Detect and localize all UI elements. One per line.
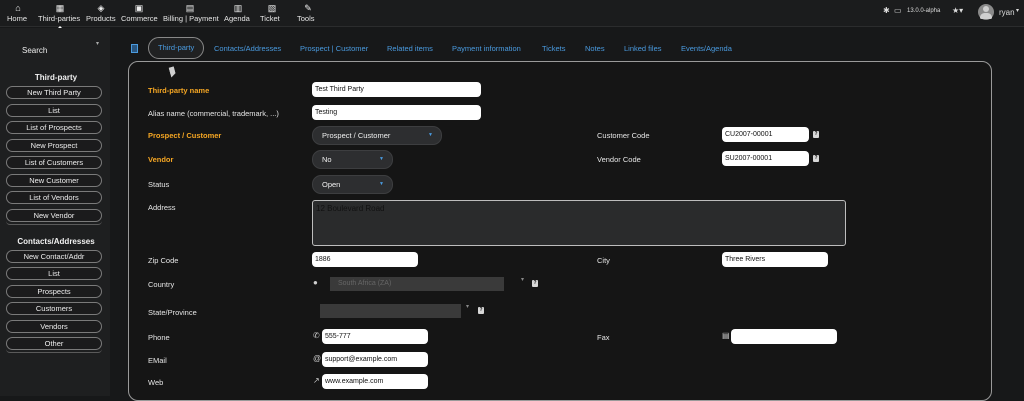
status-select[interactable]: Open ▼ <box>312 175 393 194</box>
ticket-icon: ▧ <box>267 3 277 13</box>
vendor-code-label: Vendor Code <box>597 155 641 164</box>
at-icon: @ <box>313 354 322 363</box>
sidebar-item-contact-vendors[interactable]: Vendors <box>6 320 102 333</box>
sidebar-group-third-party[interactable]: Third-party <box>6 73 106 82</box>
help-icon[interactable]: ? <box>813 155 819 162</box>
web-label: Web <box>148 378 164 387</box>
user-name[interactable]: ryan <box>999 8 1015 17</box>
email-label: EMail <box>148 356 167 365</box>
state-label: State/Province <box>148 308 197 317</box>
tab-events-agenda[interactable]: Events/Agenda <box>681 44 732 53</box>
zip-label: Zip Code <box>148 256 179 265</box>
sidebar-item-new-prospect[interactable]: New Prospect <box>6 139 102 152</box>
bookmark-star-icon[interactable]: ★▾ <box>952 6 963 15</box>
sidebar-item-new-contact[interactable]: New Contact/Addr <box>6 250 102 263</box>
alias-label: Alias name (commercial, trademark, ...) <box>148 109 279 118</box>
home-icon: ⌂ <box>15 3 21 13</box>
customer-code-label: Customer Code <box>597 131 650 140</box>
phone-field[interactable]: 555-777 <box>322 329 428 344</box>
sidebar-item-list[interactable]: List <box>6 104 102 117</box>
sidebar-item-list-customers[interactable]: List of Customers <box>6 156 102 169</box>
globe-icon: ● <box>313 278 318 287</box>
state-select[interactable] <box>320 304 461 318</box>
bug-icon[interactable]: ✱ <box>883 6 890 15</box>
search-label[interactable]: Search <box>22 46 47 55</box>
help-icon[interactable]: ? <box>532 280 538 287</box>
prospect-select[interactable]: Prospect / Customer ▼ <box>312 126 442 145</box>
email-field[interactable]: support@example.com <box>322 352 428 367</box>
building-icon: ▦ <box>55 3 65 13</box>
menu-third-parties[interactable]: ▦ Third-parties <box>38 2 82 29</box>
left-sidebar: Search ▾ Third-party New Third Party Lis… <box>0 28 110 396</box>
name-label: Third-party name <box>148 86 210 95</box>
address-textarea[interactable]: 12 Boulevard Road <box>312 200 846 246</box>
country-label: Country <box>148 280 175 289</box>
country-select[interactable]: South Africa (ZA) <box>330 277 504 291</box>
sidebar-item-new-customer[interactable]: New Customer <box>6 174 102 187</box>
sidebar-item-contact-prospects[interactable]: Prospects <box>6 285 102 298</box>
sidebar-divider <box>6 349 102 353</box>
fax-label: Fax <box>597 333 610 342</box>
city-field[interactable]: Three Rivers <box>722 252 828 267</box>
address-label: Address <box>148 203 176 212</box>
printer-icon[interactable]: ▭ <box>894 6 902 15</box>
tab-contacts[interactable]: Contacts/Addresses <box>214 44 281 53</box>
vendor-label: Vendor <box>148 155 174 164</box>
sidebar-divider <box>6 221 102 225</box>
name-field[interactable]: Test Third Party <box>312 82 481 97</box>
menu-tools[interactable]: ✎ Tools <box>297 2 319 26</box>
cube-icon: ◈ <box>97 3 105 13</box>
tab-third-party[interactable]: Third-party <box>148 37 205 59</box>
sidebar-item-contact-customers[interactable]: Customers <box>6 302 102 315</box>
sidebar-item-new-third-party[interactable]: New Third Party <box>6 86 102 99</box>
tab-payment-information[interactable]: Payment information <box>452 44 521 53</box>
prospect-label: Prospect / Customer <box>148 131 222 140</box>
chevron-down-icon: ▼ <box>379 181 384 187</box>
chevron-down-icon: ▼ <box>379 156 384 162</box>
avatar[interactable] <box>978 4 994 20</box>
top-menu-bar: ⌂ Home ▦ Third-parties ◈ Products ▣ Commerce… <box>0 0 1024 29</box>
menu-agenda[interactable]: ▥ Agenda <box>224 2 252 26</box>
tab-tickets[interactable]: Tickets <box>542 44 565 53</box>
menu-billing[interactable]: ▤ Billing | Payment <box>163 2 219 26</box>
chevron-down-icon[interactable]: ▾ <box>1016 7 1019 14</box>
web-field[interactable]: www.example.com <box>322 374 428 389</box>
alias-field[interactable]: Testing <box>312 105 481 120</box>
fax-field[interactable] <box>731 329 837 344</box>
vendor-code-field[interactable]: SU2007-00001 <box>722 151 809 166</box>
tab-related-items[interactable]: Related items <box>387 44 433 53</box>
tab-linked-files[interactable]: Linked files <box>624 44 662 53</box>
vendor-select[interactable]: No ▼ <box>312 150 393 169</box>
sidebar-item-contact-list[interactable]: List <box>6 267 102 280</box>
briefcase-icon: ▣ <box>134 3 144 13</box>
search-caret-icon[interactable]: ▾ <box>96 40 99 47</box>
wrench-icon: ✎ <box>304 3 312 13</box>
calendar-icon: ▥ <box>233 3 243 13</box>
customer-code-field[interactable]: CU2007-00001 <box>722 127 809 142</box>
fax-icon: ▤ <box>722 331 730 340</box>
sidebar-item-list-prospects[interactable]: List of Prospects <box>6 121 102 134</box>
document-icon <box>131 44 138 53</box>
sidebar-item-list-vendors[interactable]: List of Vendors <box>6 191 102 204</box>
help-icon[interactable]: ? <box>478 307 484 314</box>
chevron-down-icon[interactable]: ▾ <box>466 303 469 310</box>
tab-notes[interactable]: Notes <box>585 44 605 53</box>
status-label: Status <box>148 180 170 189</box>
money-icon: ▤ <box>185 3 195 13</box>
version-label: 13.0.0-alpha <box>907 8 941 14</box>
external-link-icon: ↗ <box>313 376 320 385</box>
chevron-down-icon: ▼ <box>428 132 433 138</box>
city-label: City <box>597 256 610 265</box>
menu-home[interactable]: ⌂ Home <box>7 2 29 26</box>
menu-products[interactable]: ◈ Products <box>86 2 116 26</box>
sidebar-group-contacts[interactable]: Contacts/Addresses <box>6 237 106 246</box>
tab-prospect-customer[interactable]: Prospect | Customer <box>300 44 368 53</box>
menu-ticket[interactable]: ▧ Ticket <box>260 2 284 26</box>
zip-field[interactable]: 1886 <box>312 252 418 267</box>
menu-commerce[interactable]: ▣ Commerce <box>121 2 158 26</box>
help-icon[interactable]: ? <box>813 131 819 138</box>
chevron-down-icon[interactable]: ▾ <box>521 276 524 283</box>
phone-label: Phone <box>148 333 170 342</box>
phone-icon: ✆ <box>313 331 320 340</box>
